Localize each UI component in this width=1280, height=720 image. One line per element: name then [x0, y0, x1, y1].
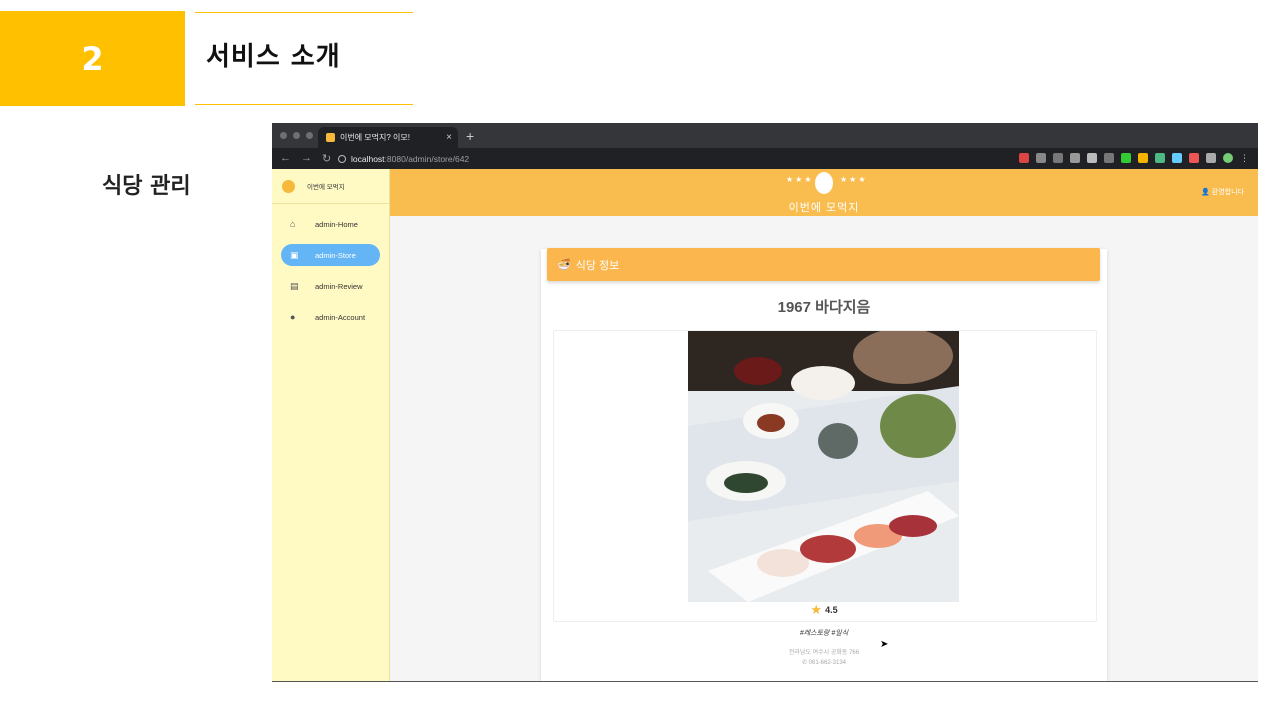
sidebar-item-home[interactable]: ⌂ admin-Home	[281, 213, 380, 235]
store-contact: 전라남도 여수시 공화동 766 ✆ 061-662-3134	[541, 648, 1107, 668]
user-label: 환영합니다	[1211, 189, 1244, 196]
sidebar-item-review[interactable]: ▤ admin-Review	[281, 275, 380, 297]
extension-icon[interactable]	[1121, 153, 1131, 163]
app-header: ★★★ ★★★ 이번에 모먹지 👤 환영합니다	[390, 169, 1258, 216]
extension-icon[interactable]	[1138, 153, 1148, 163]
card-header: 🍜 식당 정보	[547, 248, 1100, 281]
rating-value: 4.5	[825, 605, 838, 615]
slide-number: 2	[81, 39, 104, 78]
rating: ★ 4.5	[541, 602, 1107, 618]
app-root: 이번에 모먹지 ⌂ admin-Home ▣ admin-Store ▤ adm…	[272, 169, 1258, 681]
store-tags: #레스토랑 #일식	[799, 630, 849, 637]
store-search-icon: ▣	[290, 250, 299, 260]
window-controls[interactable]	[280, 132, 313, 139]
close-tab-icon[interactable]: ×	[446, 132, 452, 143]
sidebar-item-label: admin-Review	[315, 281, 363, 291]
extension-icon[interactable]	[1206, 153, 1216, 163]
sidebar: 이번에 모먹지 ⌂ admin-Home ▣ admin-Store ▤ adm…	[272, 169, 390, 681]
star-icon: ★	[810, 602, 823, 617]
store-phone: 061-662-3134	[808, 660, 847, 666]
mouse-cursor-icon: ➤	[880, 639, 889, 650]
forward-icon[interactable]: →	[301, 152, 312, 165]
store-photo[interactable]	[688, 331, 959, 602]
tab-title: 이번에 모먹지? 이모!	[340, 133, 410, 142]
slide-number-box: 2	[0, 11, 185, 106]
user-icon: 👤	[1201, 189, 1210, 196]
profile-avatar-icon[interactable]	[1223, 153, 1233, 163]
address-bar: ← → ↻ localhost:8080/admin/store/642 ⋮	[272, 148, 1258, 169]
new-tab-icon[interactable]: +	[466, 128, 474, 144]
back-icon[interactable]: ←	[280, 152, 291, 165]
logo-icon	[282, 179, 295, 193]
mascot-icon	[814, 171, 834, 195]
sidebar-item-label: admin-Store	[315, 250, 356, 260]
zoom-icon[interactable]	[1070, 153, 1080, 163]
section-label: 식당 관리	[102, 174, 191, 199]
title-divider-top	[195, 12, 413, 13]
sidebar-item-label: admin-Account	[315, 312, 366, 322]
card-title: 식당 정보	[575, 259, 620, 272]
bookmark-star-icon[interactable]	[1087, 153, 1097, 163]
tab-bar: 이번에 모먹지? 이모! × +	[272, 123, 1258, 148]
site-info-icon[interactable]	[338, 154, 346, 163]
review-icon: ▤	[290, 281, 299, 291]
url-host: localhost	[351, 153, 385, 164]
reload-icon[interactable]: ↻	[322, 152, 331, 165]
sidebar-item-store[interactable]: ▣ admin-Store	[281, 244, 380, 266]
store-address: 전라남도 여수시 공화동 766	[788, 650, 860, 656]
browser-tab[interactable]: 이번에 모먹지? 이모! ×	[318, 127, 458, 148]
header-title: 이번에 모먹지	[788, 202, 860, 214]
account-icon: ●	[290, 312, 296, 322]
brand[interactable]: 이번에 모먹지	[272, 169, 389, 204]
extensions-toolbar: ⋮	[1019, 153, 1250, 163]
home-icon: ⌂	[290, 219, 296, 229]
store-name: 1967 바다지음	[777, 299, 871, 316]
sidebar-item-account[interactable]: ● admin-Account	[281, 306, 380, 328]
browser-window: 이번에 모먹지? 이모! × + ← → ↻ localhost:8080/ad…	[272, 123, 1258, 682]
favicon-icon	[326, 133, 335, 142]
decor-stars-right: ★★★	[840, 175, 868, 184]
extension-icon[interactable]	[1104, 153, 1114, 163]
extension-icon[interactable]	[1019, 153, 1029, 163]
extension-icon[interactable]	[1189, 153, 1199, 163]
extension-icon[interactable]	[1172, 153, 1182, 163]
slide-title: 서비스 소개	[206, 42, 341, 72]
menu-icon[interactable]: ⋮	[1240, 153, 1250, 163]
key-icon[interactable]	[1036, 153, 1046, 163]
vue-devtools-icon[interactable]	[1155, 153, 1165, 163]
phone-icon: ✆	[801, 660, 809, 666]
url-input[interactable]: localhost:8080/admin/store/642	[338, 151, 988, 166]
sidebar-item-label: admin-Home	[315, 219, 358, 229]
translate-icon[interactable]	[1053, 153, 1063, 163]
url-path: :8080/admin/store/642	[384, 153, 470, 164]
brand-name: 이번에 모먹지	[307, 184, 345, 191]
decor-stars-left: ★★★	[786, 175, 814, 184]
bowl-icon: 🍜	[557, 259, 571, 271]
user-menu[interactable]: 👤 환영합니다	[1201, 187, 1244, 197]
title-divider-bottom	[195, 104, 413, 105]
